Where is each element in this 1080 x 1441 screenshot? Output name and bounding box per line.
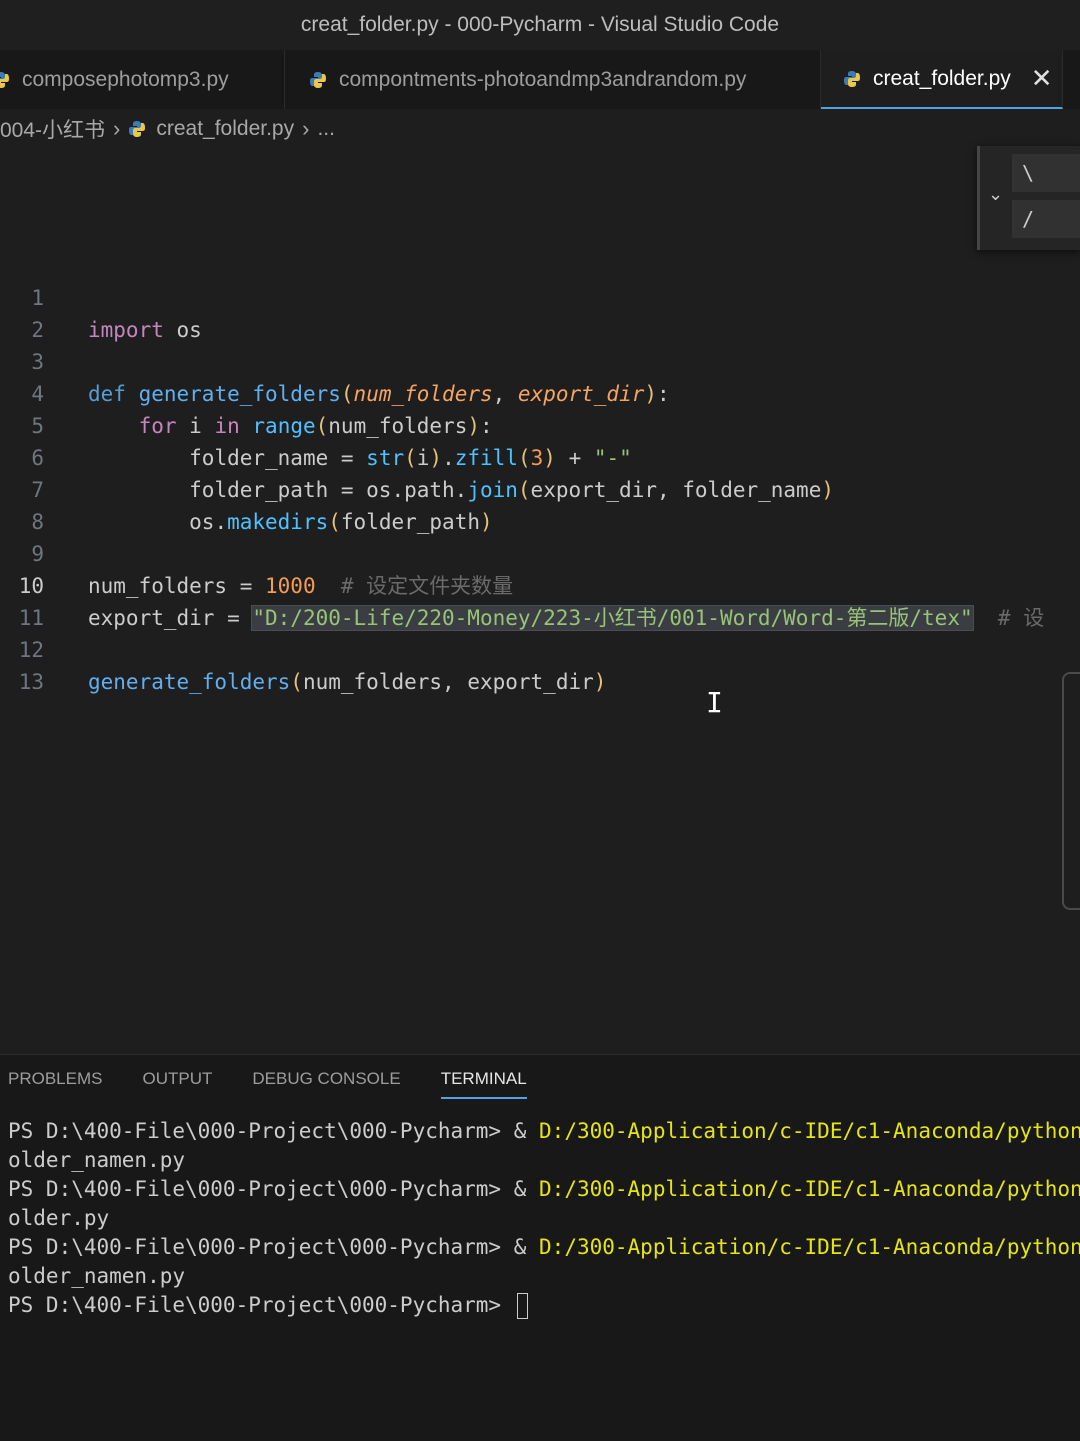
code-line: 12 generate_folders(num_folders, export_… <box>0 602 1080 694</box>
terminal-cursor <box>516 1293 528 1319</box>
python-file-icon <box>310 71 326 88</box>
close-icon[interactable]: ✕ <box>1031 63 1053 94</box>
code-line-current: 10 export_dir = "D:/200-Life/220-Money/2… <box>0 538 1080 631</box>
python-file-icon <box>844 70 860 87</box>
tab-compontments[interactable]: compontments-photoandmp3andrandom.py <box>285 50 821 109</box>
code-line: 2 <box>0 282 1080 342</box>
find-input[interactable]: \ <box>1012 154 1080 192</box>
chevron-down-icon[interactable]: ⌄ <box>988 184 1003 205</box>
terminal-line: PS D:\400-File\000-Project\000-Pycharm> <box>8 1291 1080 1320</box>
code-line: 13 <box>0 634 1080 694</box>
terminal-line: older.py <box>8 1206 110 1230</box>
editor-scrollbar[interactable] <box>1062 672 1080 910</box>
terminal-line: PS D:\400-File\000-Project\000-Pycharm> … <box>8 1177 1080 1201</box>
code-line: 1 import os <box>0 250 1080 342</box>
breadcrumb: 004-小红书 › creat_folder.py › ... <box>0 112 1080 146</box>
breadcrumb-folder[interactable]: 004-小红书 <box>0 114 105 144</box>
terminal-line: older_namen.py <box>8 1148 186 1172</box>
line-number: 13 <box>18 670 44 694</box>
tab-label: compontments-photoandmp3andrandom.py <box>339 67 747 91</box>
tab-output[interactable]: OUTPUT <box>142 1069 212 1099</box>
code-line: 3 def generate_folders(num_folders, expo… <box>0 314 1080 406</box>
editor-tab-bar: composephotomp3.py compontments-photoand… <box>0 50 1080 109</box>
tab-terminal[interactable]: TERMINAL <box>440 1069 527 1099</box>
tab-problems[interactable]: PROBLEMS <box>8 1069 102 1099</box>
replace-input[interactable]: / <box>1012 200 1080 238</box>
bottom-panel: PROBLEMS OUTPUT DEBUG CONSOLE TERMINAL P… <box>0 1054 1080 1441</box>
breadcrumb-more[interactable]: ... <box>317 117 335 141</box>
find-replace-widget: ⌄ \ / <box>977 146 1080 250</box>
code-line: 7 os.makedirs(folder_path) <box>0 442 1080 534</box>
code-line: 4 for i in range(num_folders): <box>0 346 1080 438</box>
chevron-right-icon: › <box>113 116 121 141</box>
window-title-bar: creat_folder.py - 000-Pycharm - Visual S… <box>0 0 1080 50</box>
code-function: generate_folders <box>88 670 291 694</box>
python-file-icon <box>0 71 9 88</box>
terminal-line: PS D:\400-File\000-Project\000-Pycharm> … <box>8 1119 1080 1143</box>
panel-tabs: PROBLEMS OUTPUT DEBUG CONSOLE TERMINAL <box>8 1069 567 1099</box>
tab-label: creat_folder.py <box>873 66 1011 90</box>
code-line: 11 <box>0 570 1080 630</box>
code-line: 5 folder_name = str(i).zfill(3) + "-" <box>0 378 1080 470</box>
terminal-line: PS D:\400-File\000-Project\000-Pycharm> … <box>8 1235 1080 1259</box>
code-line: 6 folder_path = os.path.join(export_dir,… <box>0 410 1080 502</box>
text-cursor-icon: I <box>706 686 723 719</box>
tab-label: composephotomp3.py <box>22 67 229 91</box>
terminal-line: older_namen.py <box>8 1264 186 1288</box>
window-title: creat_folder.py - 000-Pycharm - Visual S… <box>300 13 780 36</box>
python-file-icon <box>129 121 146 137</box>
chevron-right-icon: › <box>302 116 310 141</box>
code-line: 9 num_folders = 1000 # 设定文件夹数量 <box>0 506 1080 598</box>
tab-debug-console[interactable]: DEBUG CONSOLE <box>252 1069 400 1099</box>
terminal[interactable]: PS D:\400-File\000-Project\000-Pycharm> … <box>8 1117 1080 1320</box>
code-editor[interactable]: 1 import os 2 3 def generate_folders(num… <box>0 250 1080 694</box>
breadcrumb-file[interactable]: creat_folder.py <box>156 117 294 141</box>
tab-composephotomp3[interactable]: composephotomp3.py <box>0 50 285 109</box>
tab-creat-folder[interactable]: creat_folder.py ✕ <box>821 50 1063 109</box>
code-line: 8 <box>0 474 1080 534</box>
